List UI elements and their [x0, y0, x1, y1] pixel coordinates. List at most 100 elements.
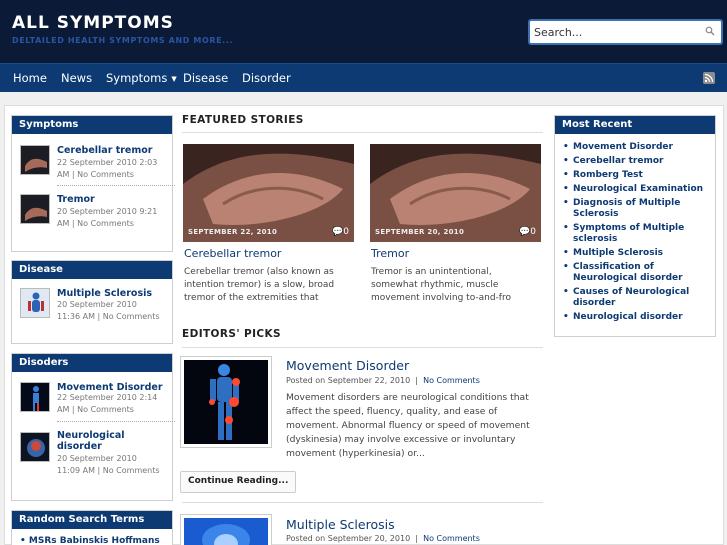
recent-item[interactable]: Causes of Neurological disorder — [563, 287, 709, 309]
search-input[interactable] — [534, 23, 699, 41]
post-date: 22 September 2010 2:14 — [57, 393, 158, 402]
search-icon[interactable] — [705, 26, 715, 36]
post-comments: AM | No Comments — [57, 405, 134, 414]
featured-title[interactable]: Cerebellar tremor — [184, 247, 281, 260]
divider — [57, 185, 175, 186]
nav-item-symptoms-label: Symptoms — [106, 71, 168, 85]
recent-item[interactable]: Classification of Neurological disorder — [563, 262, 709, 284]
list-item[interactable]: Movement Disorder 22 September 2010 2:14… — [20, 382, 168, 418]
featured-image[interactable]: SEPTEMBER 20, 2010 💬0 — [370, 144, 541, 242]
post-title[interactable]: Neurological disorder — [57, 430, 169, 452]
continue-reading-button[interactable]: Continue Reading... — [180, 471, 297, 493]
post-comments: 11:36 AM | No Comments — [57, 312, 160, 321]
nav-item-disorder[interactable]: Disorder — [242, 71, 291, 85]
section-heading-editors-picks: EDITORS' PICKS — [182, 328, 282, 340]
nav-item-news[interactable]: News — [61, 71, 92, 85]
comment-count-value: 0 — [343, 227, 349, 237]
post-title[interactable]: Tremor — [57, 194, 169, 205]
recent-item[interactable]: Cerebellar tremor — [563, 156, 709, 167]
section-heading-featured: FEATURED STORIES — [182, 114, 304, 126]
comment-count[interactable]: 💬0 — [519, 227, 536, 237]
excerpt-line: (dyskinesia) may involve excessive or in… — [286, 434, 516, 445]
post-date: 22 September 2010 2:03 — [57, 158, 158, 167]
post-date: 20 September 2010 — [57, 454, 137, 463]
widget-title: Symptoms — [12, 116, 172, 134]
featured-image[interactable]: SEPTEMBER 22, 2010 💬0 — [183, 144, 354, 242]
widget-title: Disease — [12, 261, 172, 279]
excerpt-line: Tremor is an unintentional, — [371, 267, 492, 277]
site-tagline: DELTAILED HEALTH SYMPTOMS AND MORE... — [12, 36, 234, 45]
featured-excerpt: Tremor is an unintentional, somewhat rhy… — [371, 266, 543, 305]
thumbnail-image[interactable] — [20, 194, 50, 224]
search-term-link[interactable]: • MSRs Babinskis Hoffmans — [20, 536, 160, 545]
post-date: 20 September 2010 9:21 — [57, 207, 158, 216]
comments-link[interactable]: No Comments — [423, 376, 480, 385]
comment-count[interactable]: 💬0 — [332, 227, 349, 237]
recent-item[interactable]: Movement Disorder — [563, 142, 709, 153]
excerpt-line: movement (hyperkinesia) or... — [286, 448, 425, 459]
post-comments: AM | No Comments — [57, 170, 134, 179]
meta-separator: | — [415, 376, 418, 385]
rss-icon[interactable] — [703, 72, 715, 84]
thumbnail-image[interactable] — [20, 432, 50, 462]
thumbnail-image[interactable] — [20, 382, 50, 412]
nav-item-home[interactable]: Home — [13, 71, 47, 85]
nav-item-symptoms[interactable]: Symptoms ▼ — [106, 71, 177, 85]
search-term-label: MSRs Babinskis Hoffmans — [28, 536, 160, 545]
post-title[interactable]: Cerebellar tremor — [57, 145, 169, 156]
recent-item[interactable]: Symptoms of Multiple sclerosis — [563, 223, 709, 245]
post-comments: AM | No Comments — [57, 219, 134, 228]
pick-title[interactable]: Multiple Sclerosis — [286, 517, 395, 532]
recent-item[interactable]: Multiple Sclerosis — [563, 248, 709, 259]
main-nav: Home News Symptoms ▼ Disease Disorder — [0, 63, 727, 92]
widget-most-recent: Most Recent Movement Disorder Cerebellar… — [554, 115, 716, 337]
list-item[interactable]: Tremor 20 September 2010 9:21 AM | No Co… — [20, 194, 168, 230]
excerpt-line: somewhat rhythmic, muscle — [371, 280, 499, 290]
post-date: 20 September 2010 — [57, 300, 137, 309]
widget-title: Disoders — [12, 354, 172, 372]
featured-title[interactable]: Tremor — [371, 247, 409, 260]
excerpt-line: movement. Abnormal fluency or speed of m… — [286, 420, 530, 431]
excerpt-line: Movement disorders are neurological cond… — [286, 392, 529, 403]
post-title[interactable]: Multiple Sclerosis — [57, 288, 169, 299]
widget-random-search-terms: Random Search Terms • MSRs Babinskis Hof… — [11, 510, 173, 545]
site-title[interactable]: ALL SYMPTOMS — [12, 13, 174, 33]
widget-disease: Disease Multiple Sclerosis 20 September … — [11, 260, 173, 344]
post-title-line: disorder — [57, 441, 102, 452]
comments-link[interactable]: No Comments — [423, 534, 480, 543]
excerpt-line: intention tremor) is a slow, broad — [184, 280, 335, 290]
widget-symptoms: Symptoms Cerebellar tremor 22 September … — [11, 115, 175, 252]
nav-item-disease[interactable]: Disease — [183, 71, 228, 85]
list-item[interactable]: Neurological disorder 20 September 2010 1… — [20, 430, 169, 482]
recent-item[interactable]: Diagnosis of Multiple Sclerosis — [563, 198, 709, 220]
pick-meta: Posted on September 20, 2010 | No Commen… — [286, 534, 480, 543]
chevron-down-icon: ▼ — [171, 75, 177, 83]
featured-date: SEPTEMBER 22, 2010 — [188, 228, 278, 236]
widget-title: Random Search Terms — [12, 511, 172, 529]
search-box — [528, 19, 723, 45]
post-title-line: Neurological — [57, 430, 125, 441]
comment-count-value: 0 — [530, 227, 536, 237]
pick-image[interactable] — [180, 356, 272, 448]
pick-image[interactable] — [180, 514, 272, 545]
divider — [182, 347, 543, 348]
list-item[interactable]: Multiple Sclerosis 20 September 2010 11:… — [20, 288, 168, 324]
site-header: ALL SYMPTOMS DELTAILED HEALTH SYMPTOMS A… — [0, 0, 727, 63]
excerpt-line: Cerebellar tremor (also known as — [184, 267, 334, 277]
thumbnail-image[interactable] — [20, 145, 50, 175]
recent-item[interactable]: Neurological disorder — [563, 312, 709, 323]
comment-icon: 💬 — [519, 227, 531, 237]
recent-item[interactable]: Romberg Test — [563, 170, 709, 181]
pick-title[interactable]: Movement Disorder — [286, 358, 409, 373]
list-item[interactable]: Cerebellar tremor 22 September 2010 2:03… — [20, 145, 168, 181]
recent-item[interactable]: Neurological Examination — [563, 184, 709, 195]
thumbnail-image[interactable] — [20, 288, 50, 318]
pick-date: Posted on September 20, 2010 — [286, 534, 411, 543]
widget-title: Most Recent — [555, 116, 715, 134]
divider — [57, 421, 175, 422]
divider — [182, 132, 543, 133]
pick-meta: Posted on September 22, 2010 | No Commen… — [286, 376, 480, 385]
meta-separator: | — [415, 534, 418, 543]
featured-date: SEPTEMBER 20, 2010 — [375, 228, 465, 236]
pick-excerpt: Movement disorders are neurological cond… — [286, 391, 544, 461]
